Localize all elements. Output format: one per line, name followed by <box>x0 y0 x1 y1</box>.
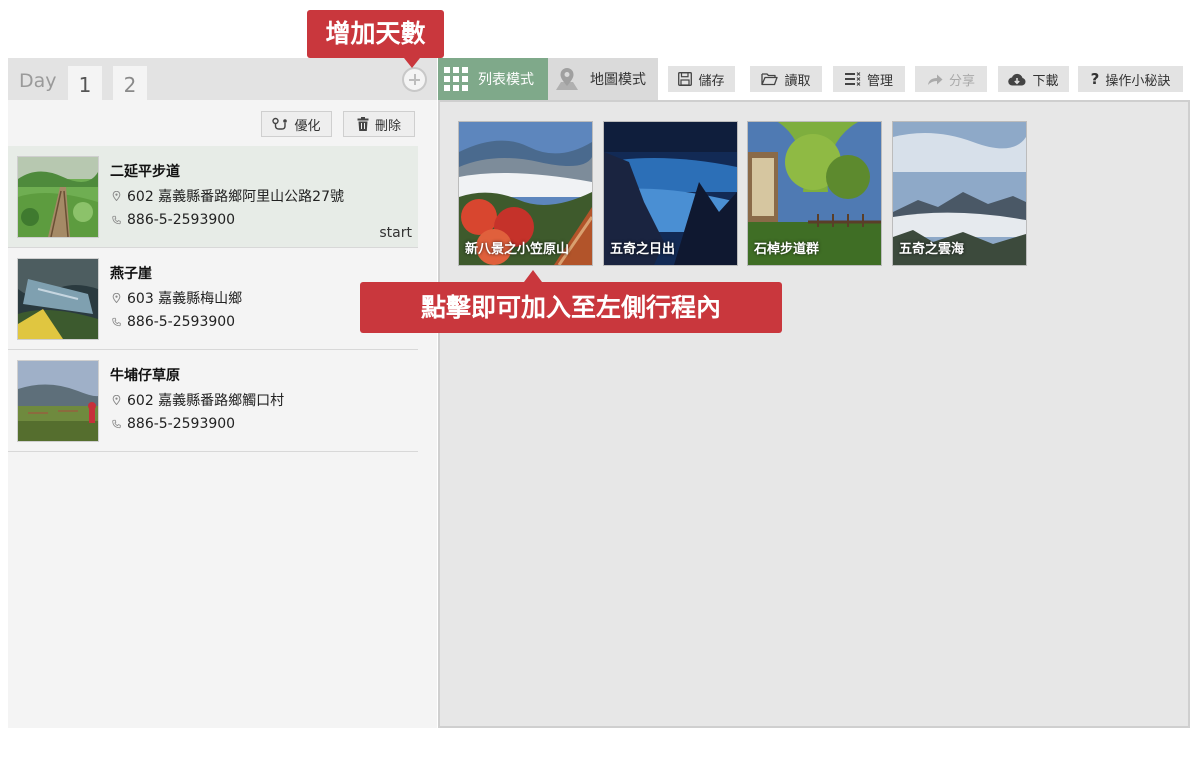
tips-label: 操作小秘訣 <box>1105 73 1171 89</box>
map-mode-button[interactable]: 地圖模式 <box>548 58 658 100</box>
place-name: 二延平步道 <box>110 164 180 180</box>
question-icon: ? <box>1090 70 1100 88</box>
list-item[interactable]: 牛埔仔草原 602 嘉義縣番路鄉觸口村 886-5-2593900 <box>8 350 418 452</box>
manage-label: 管理 <box>866 73 893 89</box>
day-tab-2[interactable]: 2 <box>113 66 147 100</box>
attraction-card[interactable]: 五奇之雲海 <box>892 121 1027 266</box>
trash-icon <box>357 117 369 131</box>
phone-text: 886-5-2593900 <box>127 416 236 432</box>
attraction-card[interactable]: 新八景之小笠原山 <box>458 121 593 266</box>
phone-icon <box>112 419 121 429</box>
phone-icon <box>112 215 121 225</box>
save-label: 儲存 <box>698 73 725 89</box>
day-tab-1[interactable]: 1 <box>68 66 102 100</box>
click-to-add-callout: 點擊即可加入至左側行程內 <box>360 270 782 333</box>
share-arrow-icon <box>927 74 943 85</box>
place-name: 燕子崖 <box>110 266 152 282</box>
save-button[interactable]: 儲存 <box>668 66 735 92</box>
folder-icon <box>761 73 779 86</box>
plus-circle-icon[interactable] <box>402 67 427 92</box>
phone-icon <box>112 317 121 327</box>
attraction-card[interactable]: 石棹步道群 <box>747 121 882 266</box>
delete-label: 刪除 <box>374 118 401 134</box>
optimize-button[interactable]: 優化 <box>261 111 332 137</box>
place-phone: 886-5-2593900 <box>112 212 235 228</box>
place-phone: 886-5-2593900 <box>112 416 235 432</box>
list-mode-button[interactable]: 列表模式 <box>438 58 548 100</box>
manage-button[interactable]: 管理 <box>833 66 905 92</box>
download-label: 下載 <box>1032 73 1059 89</box>
list-item[interactable]: 二延平步道 602 嘉義縣番路鄉阿里山公路27號 886-5-2593900 s… <box>8 146 418 248</box>
map-mode-label: 地圖模式 <box>590 72 646 88</box>
share-button[interactable]: 分享 <box>915 66 987 92</box>
list-item[interactable]: 燕子崖 603 嘉義縣梅山鄉 886-5-2593900 <box>8 248 418 350</box>
attraction-name: 石棹步道群 <box>754 242 820 257</box>
itinerary-planner: Day 1 2 優化 刪除 二延平步道 602 嘉義縣番路鄉阿里山公路27號 8… <box>0 0 1200 772</box>
itinerary-list: 二延平步道 602 嘉義縣番路鄉阿里山公路27號 886-5-2593900 s… <box>8 146 418 452</box>
route-icon <box>272 117 288 130</box>
phone-text: 886-5-2593900 <box>127 314 236 330</box>
attraction-name: 五奇之日出 <box>610 242 676 257</box>
load-label: 讀取 <box>784 73 811 89</box>
share-label: 分享 <box>948 73 975 89</box>
floppy-icon <box>678 72 693 86</box>
load-button[interactable]: 讀取 <box>750 66 822 92</box>
manage-list-icon <box>844 72 861 86</box>
itinerary-panel: Day 1 2 優化 刪除 二延平步道 602 嘉義縣番路鄉阿里山公路27號 8… <box>8 58 437 728</box>
place-address: 602 嘉義縣番路鄉阿里山公路27號 <box>112 186 344 206</box>
main-toolbar: 列表模式 地圖模式 儲存 讀取 管理 分享 下載 ? 操作小秘訣 <box>438 58 1190 100</box>
address-text: 603 嘉義縣梅山鄉 <box>127 291 243 307</box>
attraction-grid: 新八景之小笠原山 五奇之日出 石棹步道群 五奇之雲海 <box>438 100 1190 728</box>
map-pin-icon <box>556 68 578 90</box>
place-address: 602 嘉義縣番路鄉觸口村 <box>112 390 284 410</box>
location-pin-icon <box>112 293 121 303</box>
grid-icon <box>444 67 468 91</box>
attraction-card[interactable]: 五奇之日出 <box>603 121 738 266</box>
tips-button[interactable]: ? 操作小秘訣 <box>1078 66 1183 92</box>
list-mode-label: 列表模式 <box>478 72 534 88</box>
location-pin-icon <box>112 191 121 201</box>
location-pin-icon <box>112 395 121 405</box>
attraction-name: 五奇之雲海 <box>899 242 965 257</box>
phone-text: 886-5-2593900 <box>127 212 236 228</box>
place-thumbnail <box>17 156 99 238</box>
cloud-download-icon <box>1008 73 1026 86</box>
place-address: 603 嘉義縣梅山鄉 <box>112 288 242 308</box>
start-label: start <box>379 225 412 241</box>
delete-button[interactable]: 刪除 <box>343 111 415 137</box>
place-name: 牛埔仔草原 <box>110 368 180 384</box>
download-button[interactable]: 下載 <box>998 66 1069 92</box>
place-phone: 886-5-2593900 <box>112 314 235 330</box>
day-label: Day <box>19 70 57 92</box>
day-tab-bar: Day 1 2 <box>8 58 437 100</box>
place-thumbnail <box>17 360 99 442</box>
address-text: 602 嘉義縣番路鄉阿里山公路27號 <box>127 189 344 205</box>
attraction-name: 新八景之小笠原山 <box>465 242 570 257</box>
add-days-callout: 增加天數 <box>307 10 444 68</box>
place-thumbnail <box>17 258 99 340</box>
address-text: 602 嘉義縣番路鄉觸口村 <box>127 393 285 409</box>
optimize-label: 優化 <box>294 118 321 134</box>
